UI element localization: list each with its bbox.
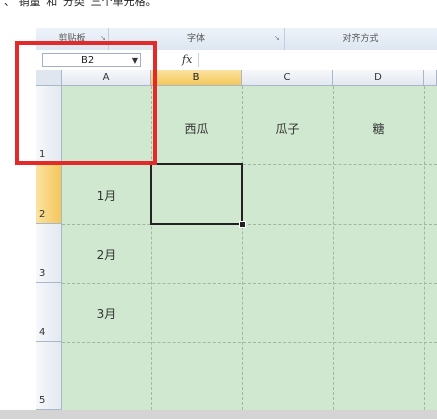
row-header-4[interactable]: 4 — [36, 283, 62, 342]
row-header-5[interactable]: 5 — [36, 342, 62, 410]
column-header-d[interactable]: D — [333, 70, 424, 86]
row-header-5-label: 5 — [39, 395, 46, 406]
cell-a4[interactable]: 3月 — [62, 305, 151, 322]
insert-function-icon[interactable]: fx — [182, 53, 192, 66]
column-header-e[interactable] — [424, 70, 437, 86]
row-header-3-label: 3 — [39, 268, 46, 279]
ribbon-group-alignment[interactable]: 对齐方式 — [284, 28, 437, 50]
formula-input[interactable] — [198, 53, 437, 67]
gridline — [62, 283, 437, 284]
column-header-b[interactable]: B — [151, 70, 242, 86]
selected-cell-b2[interactable] — [150, 163, 243, 225]
worksheet-grid: A B C D 1 2 3 4 5 西瓜 瓜子 糖 1月 2月 3月 — [15, 41, 437, 410]
gridline — [62, 224, 437, 225]
gridline — [62, 342, 437, 343]
ribbon-group-alignment-label: 对齐方式 — [342, 34, 379, 44]
ribbon-group-font-label: 字体 — [186, 34, 205, 44]
row-header-3[interactable]: 3 — [36, 224, 62, 283]
highlight-annotation-box — [15, 41, 157, 165]
fill-handle[interactable] — [239, 221, 246, 228]
cell-d1[interactable]: 糖 — [333, 120, 424, 137]
row-header-2-label: 2 — [39, 209, 46, 220]
font-dialog-launcher-icon[interactable]: ↘ — [274, 35, 281, 42]
tutorial-caption: 、 销量”和“分类”三个单元格。 — [4, 0, 157, 8]
cell-b1[interactable]: 西瓜 — [151, 120, 242, 137]
cell-a2[interactable]: 1月 — [62, 187, 151, 204]
cell-c1[interactable]: 瓜子 — [242, 120, 333, 137]
cell-a3[interactable]: 2月 — [62, 246, 151, 263]
row-header-2[interactable]: 2 — [36, 164, 62, 224]
row-header-4-label: 4 — [39, 327, 46, 338]
excel-window: 剪贴板 ↘ 字体 ↘ 对齐方式 B2 ▼ fx A B C D 1 2 3 4 … — [15, 28, 437, 410]
bottom-strip — [0, 410, 437, 419]
gridline — [424, 86, 425, 410]
column-header-c[interactable]: C — [242, 70, 333, 86]
